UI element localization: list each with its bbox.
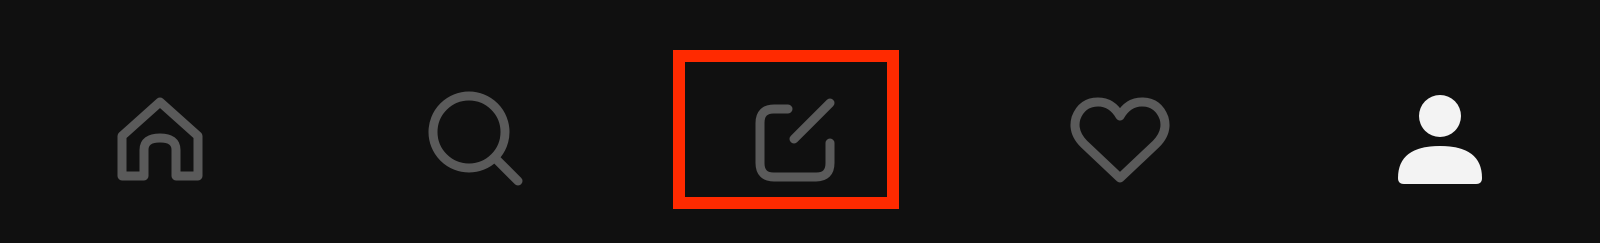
nav-compose-button[interactable] [730,70,870,210]
heart-icon [1070,97,1170,183]
nav-profile-button[interactable] [1370,70,1510,210]
nav-likes-button[interactable] [1050,70,1190,210]
nav-search-button[interactable] [405,70,545,210]
compose-icon [755,98,835,182]
home-icon [117,97,203,181]
person-icon [1398,95,1482,184]
search-icon [428,91,523,186]
bottom-nav-bar [0,0,1600,243]
nav-home-button[interactable] [90,70,230,210]
